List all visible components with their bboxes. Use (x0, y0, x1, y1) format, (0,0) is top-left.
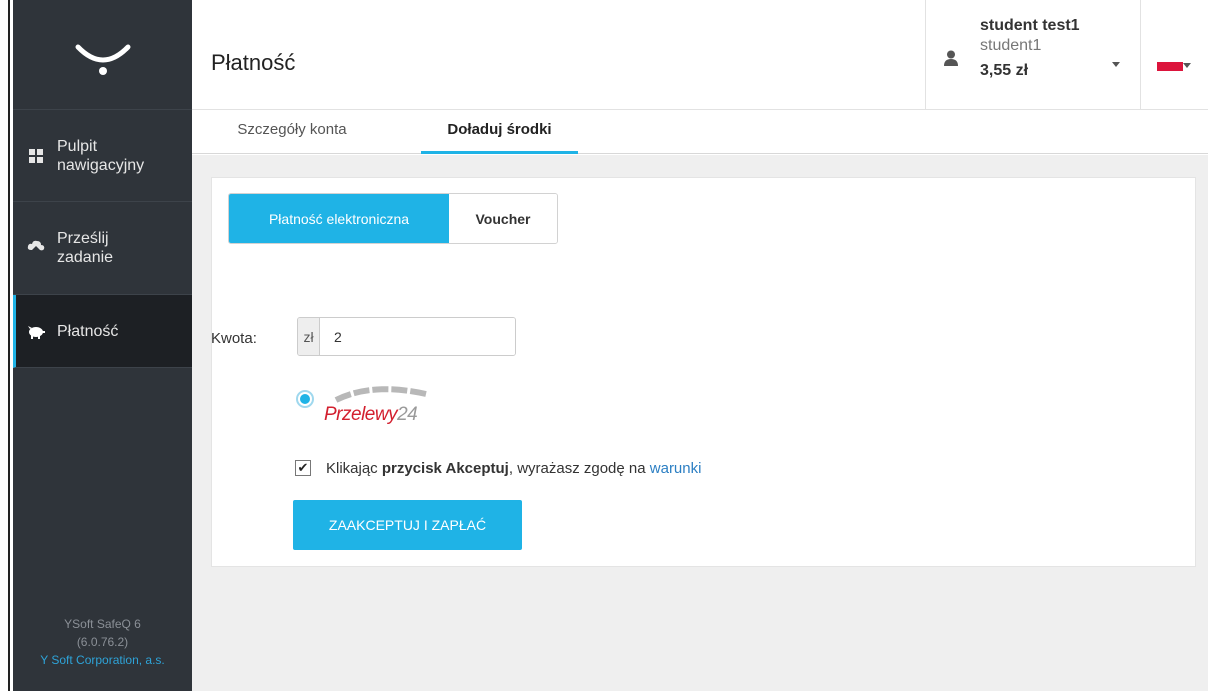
sidebar-item-label: Pulpit nawigacyjny (57, 137, 144, 175)
tab-top-up[interactable]: Doładuj środki (421, 110, 578, 154)
amount-label: Kwota: (211, 330, 257, 347)
dashboard-icon (27, 147, 45, 165)
consent-text: Klikając przycisk Akceptuj, wyrażasz zgo… (326, 460, 701, 477)
sidebar-item-label: Prześlij zadanie (57, 229, 113, 267)
sidebar-item-payment[interactable]: Płatność (13, 295, 192, 368)
consent-middle: , wyrażasz zgodę na (508, 460, 650, 477)
sidebar-item-upload[interactable]: Prześlij zadanie (13, 202, 192, 295)
voucher-button[interactable]: Voucher (449, 194, 557, 243)
sidebar-item-label-line1: Pulpit (57, 137, 98, 155)
consent-bold: przycisk Akceptuj (381, 460, 509, 477)
przelewy-suffix: 24 (397, 404, 418, 425)
product-name: YSoft SafeQ 6 (64, 617, 141, 631)
przelewy24-wordmark: Przelewy24 (324, 404, 418, 426)
product-version: (6.0.76.2) (76, 635, 129, 649)
consent-prefix: Klikając (326, 460, 382, 477)
user-name: student test1 (980, 17, 1080, 34)
chevron-down-icon (1183, 63, 1191, 68)
terms-checkbox[interactable]: ✔ (295, 460, 311, 476)
top-header: Płatność student test1 student1 3,55 zł (192, 0, 1208, 110)
amount-input-group: zł (297, 317, 516, 356)
window-border (8, 0, 10, 691)
piggy-bank-icon (27, 322, 45, 340)
checkmark-icon: ✔ (297, 460, 309, 475)
amount-input[interactable] (320, 318, 515, 355)
ysoft-logo-icon (75, 44, 130, 75)
user-balance: 3,55 zł (980, 62, 1029, 79)
terms-link[interactable]: warunki (650, 460, 702, 477)
user-menu[interactable]: student test1 student1 3,55 zł (925, 0, 1141, 110)
sidebar-item-label: Płatność (57, 322, 119, 340)
tab-account-details[interactable]: Szczegóły konta (222, 110, 362, 154)
sidebar-item-label-line2: nawigacyjny (57, 156, 145, 174)
electronic-payment-button[interactable]: Płatność elektroniczna (229, 194, 449, 243)
accept-and-pay-button[interactable]: ZAAKCEPTUJ I ZAPŁAĆ (293, 500, 522, 550)
sidebar-item-label-line2: zadanie (57, 249, 114, 266)
language-selector[interactable] (1152, 55, 1192, 75)
przelewy24-radio[interactable] (296, 390, 314, 408)
payment-method-toggle: Płatność elektroniczna Voucher (228, 193, 558, 244)
window-edge (0, 0, 13, 691)
currency-addon: zł (298, 318, 320, 355)
sidebar: Pulpit nawigacyjny Prześlij zadanie Płat… (13, 0, 192, 691)
cloud-upload-icon (27, 239, 45, 257)
page-title: Płatność (211, 50, 296, 75)
tab-bar: Szczegóły konta Doładuj środki (192, 110, 1208, 154)
company-link[interactable]: Y Soft Corporation, a.s. (13, 651, 192, 669)
sidebar-footer: YSoft SafeQ 6 (6.0.76.2) Y Soft Corporat… (13, 615, 192, 669)
przelewy-text: Przelewy (324, 404, 398, 425)
poland-flag-icon (1157, 62, 1183, 71)
przelewy24-logo: Przelewy24 (322, 384, 432, 428)
user-login: student1 (980, 37, 1042, 54)
chevron-down-icon (1112, 62, 1120, 67)
ysoft-logo[interactable] (13, 0, 192, 110)
sidebar-item-label-line1: Prześlij (57, 230, 109, 247)
sidebar-item-dashboard[interactable]: Pulpit nawigacyjny (13, 110, 192, 202)
user-icon (944, 50, 958, 71)
